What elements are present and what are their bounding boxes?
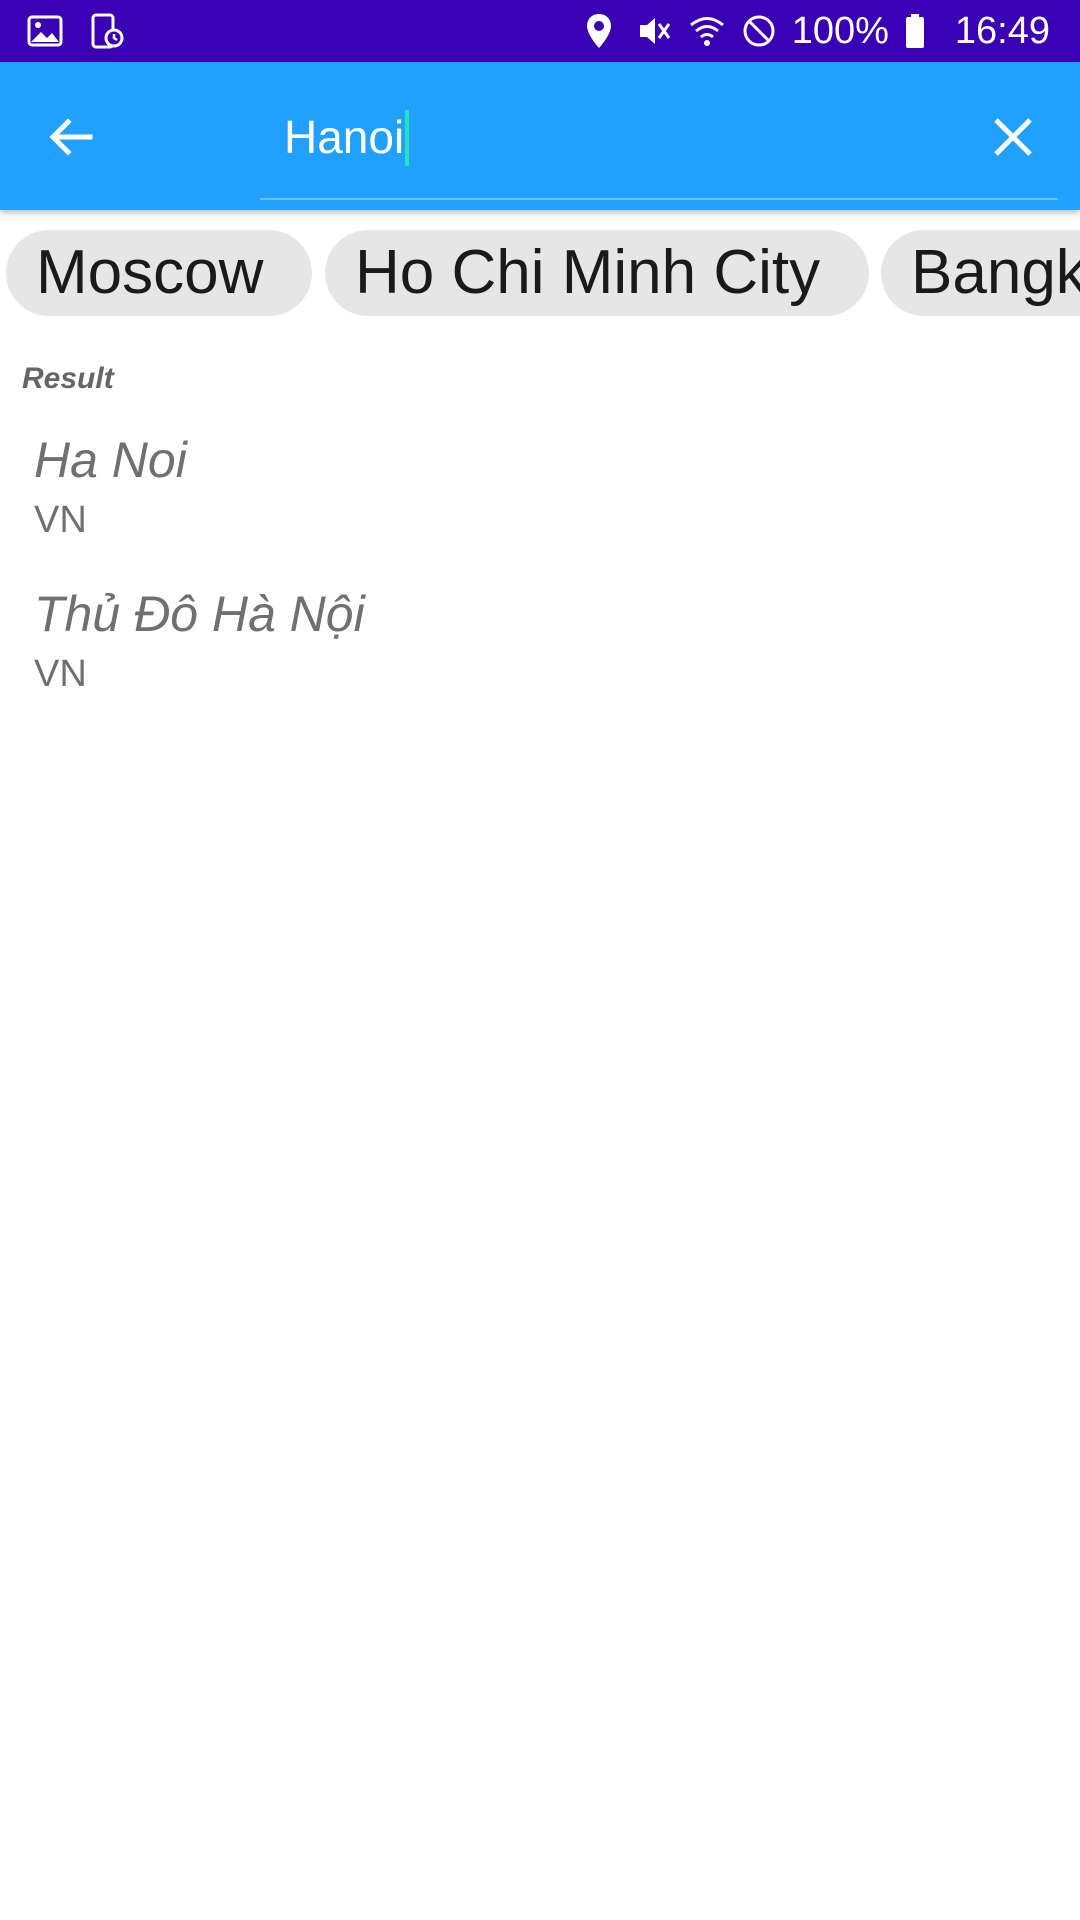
status-bar: 100% 16:49	[0, 0, 1080, 62]
battery-icon	[903, 12, 941, 50]
text-cursor	[405, 110, 409, 166]
search-input[interactable]	[282, 102, 962, 172]
battery-percent: 100%	[791, 9, 889, 52]
chip-ho-chi-minh-city[interactable]: Ho Chi Minh City	[325, 230, 869, 316]
clear-search-button[interactable]	[982, 106, 1044, 168]
arrow-left-icon	[49, 118, 93, 156]
image-icon	[26, 12, 64, 50]
clock: 16:49	[954, 9, 1050, 52]
search-field[interactable]	[260, 84, 1058, 200]
vibrate-mute-icon	[636, 12, 674, 50]
close-icon	[994, 118, 1032, 156]
result-item[interactable]: Thủ Đô Hà Nội VN	[34, 584, 1054, 698]
location-icon	[584, 12, 622, 50]
wifi-icon	[688, 12, 726, 50]
screenshot-icon	[88, 12, 126, 50]
blocked-icon	[740, 12, 778, 50]
result-city-name: Ha Noi	[34, 432, 187, 488]
chip-bangkok[interactable]: Bangk	[881, 230, 1080, 316]
app-bar	[0, 62, 1080, 210]
recent-cities-chips: Moscow Ho Chi Minh City Bangk	[0, 230, 1080, 316]
result-city-name: Thủ Đô Hà Nội	[34, 586, 365, 642]
chip-moscow[interactable]: Moscow	[6, 230, 312, 316]
result-country-code: VN	[34, 653, 87, 695]
result-section-title: Result	[22, 362, 114, 395]
result-item[interactable]: Ha Noi VN	[34, 430, 1054, 544]
result-country-code: VN	[34, 499, 87, 541]
back-button[interactable]	[38, 104, 104, 170]
